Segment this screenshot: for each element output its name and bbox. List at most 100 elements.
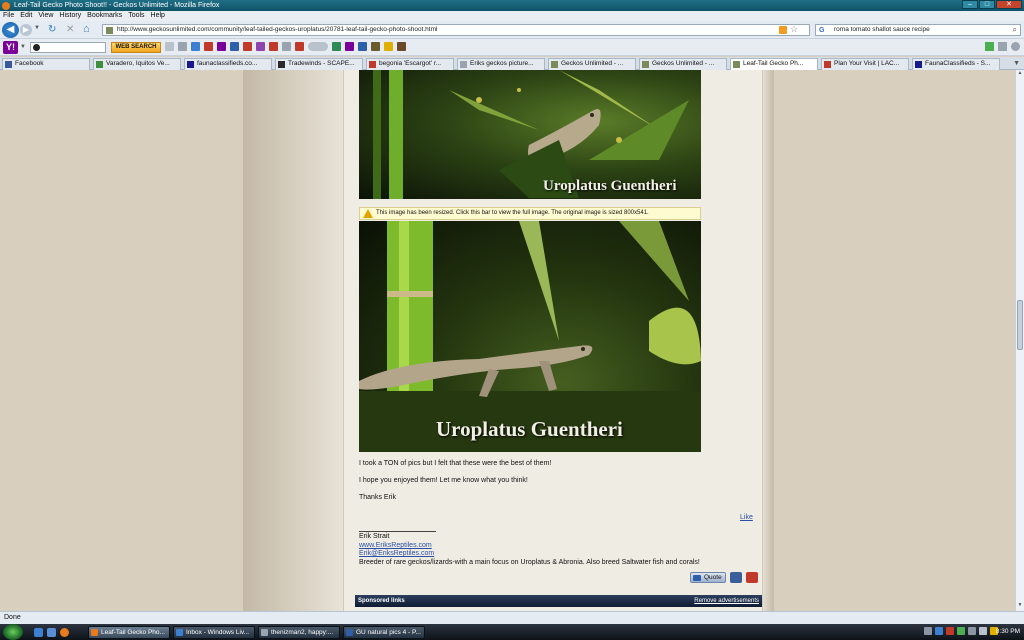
- toolbar-tool-icon[interactable]: [256, 42, 265, 51]
- taskbar-item-chat[interactable]: thenizman2, happy:...: [258, 626, 340, 639]
- toolbar-tool-icon[interactable]: [204, 42, 213, 51]
- menu-history[interactable]: History: [59, 11, 81, 21]
- toolbar-tool-icon[interactable]: [217, 42, 226, 51]
- gecko-photo-1[interactable]: Uroplatus Guentheri: [359, 70, 701, 199]
- taskbar-item-firefox[interactable]: Leaf-Tail Gecko Pho...: [88, 626, 170, 639]
- toolbar-tool-icon[interactable]: [178, 42, 187, 51]
- tab-faunaclassifieds[interactable]: faunaclassifieds.co...: [184, 58, 272, 70]
- google-icon[interactable]: G: [819, 26, 824, 36]
- yahoo-dropdown-icon[interactable]: ▼: [20, 44, 26, 50]
- taskbar-item-photos[interactable]: GU natural pics 4 - P...: [343, 626, 425, 639]
- vertical-scrollbar[interactable]: ▲ ▼: [1015, 70, 1024, 611]
- back-icon[interactable]: ◀: [2, 22, 19, 38]
- list-all-tabs-icon[interactable]: ▼: [1013, 60, 1020, 67]
- gecko-photo-2[interactable]: Uroplatus Guentheri: [359, 221, 701, 452]
- task-label: GU natural pics 4 - P...: [356, 629, 421, 636]
- toolbar-tool-icon[interactable]: [332, 42, 341, 51]
- toolbar-tool-icon[interactable]: [282, 42, 291, 51]
- bookmark-star-icon[interactable]: ☆: [790, 24, 798, 35]
- tab-label: begonia 'Escargot' r...: [379, 60, 442, 67]
- menu-view[interactable]: View: [38, 11, 53, 21]
- menu-file[interactable]: File: [3, 11, 14, 21]
- volume-icon[interactable]: [979, 627, 987, 635]
- menu-bookmarks[interactable]: Bookmarks: [87, 11, 122, 21]
- tray-icon[interactable]: [957, 627, 965, 635]
- image-resize-bar[interactable]: This image has been resized. Click this …: [359, 207, 701, 220]
- toolbar-tool-icon[interactable]: [165, 42, 174, 51]
- tray-icon[interactable]: [935, 627, 943, 635]
- toolbar-tool-icon[interactable]: [230, 42, 239, 51]
- history-dropdown-icon[interactable]: ▼: [34, 25, 40, 31]
- tray-icon[interactable]: [924, 627, 932, 635]
- reload-icon[interactable]: ↻: [48, 24, 56, 35]
- cloud-icon[interactable]: [308, 42, 328, 51]
- settings-gear-icon[interactable]: [1011, 42, 1020, 51]
- tab-label: Eriks geckos picture...: [470, 60, 534, 67]
- toolbar-tool-icon[interactable]: [384, 42, 393, 51]
- quicklaunch-firefox-icon[interactable]: [60, 628, 69, 637]
- add-icon[interactable]: [985, 42, 994, 51]
- address-bar[interactable]: http://www.geckosunlimited.com/community…: [102, 24, 810, 36]
- stop-icon[interactable]: ✕: [66, 24, 74, 35]
- toolbar-tool-icon[interactable]: [345, 42, 354, 51]
- web-search-button[interactable]: WEB SEARCH: [111, 42, 161, 53]
- scroll-up-icon[interactable]: ▲: [1016, 70, 1024, 79]
- remove-ads-link[interactable]: Remove advertisements: [694, 595, 759, 607]
- minimize-button[interactable]: –: [962, 0, 978, 9]
- toolbar-tool-icon[interactable]: [269, 42, 278, 51]
- menu-tools[interactable]: Tools: [128, 11, 144, 21]
- yahoo-search-input[interactable]: [30, 42, 106, 53]
- menu-help[interactable]: Help: [151, 11, 165, 21]
- tab-label: Plan Your Visit | LAC...: [834, 60, 900, 67]
- close-button[interactable]: ✕: [996, 0, 1022, 9]
- mail-icon[interactable]: [191, 42, 200, 51]
- toolbar-tool-icon[interactable]: [397, 42, 406, 51]
- yahoo-search-mode-icon[interactable]: [33, 44, 40, 51]
- tab-begonia[interactable]: begonia 'Escargot' r...: [366, 58, 454, 70]
- taskbar-item-inbox[interactable]: Inbox - Windows Liv...: [173, 626, 255, 639]
- yahoo-logo-icon[interactable]: Y!: [3, 41, 18, 54]
- start-button-icon[interactable]: [3, 624, 23, 640]
- tab-varadero[interactable]: Varadero, Iquitos Ve...: [93, 58, 181, 70]
- tab-eriks-geckos[interactable]: Eriks geckos picture...: [457, 58, 545, 70]
- quicklaunch-ie-icon[interactable]: [47, 628, 56, 637]
- sponsored-title: Sponsored links: [358, 598, 405, 604]
- rss-icon[interactable]: [779, 26, 787, 34]
- toolbar-tool-icon[interactable]: [295, 42, 304, 51]
- tab-favicon: [5, 61, 12, 68]
- search-box[interactable]: G roma tomato shallot sauce recipe ⌕: [815, 24, 1021, 36]
- tab-tradewinds[interactable]: Tradewinds - SCAPE...: [275, 58, 363, 70]
- signature-website-link[interactable]: www.EriksReptiles.com: [359, 542, 432, 549]
- quote-button[interactable]: Quote: [690, 572, 726, 583]
- quicklaunch-desktop-icon[interactable]: [34, 628, 43, 637]
- window-controls: – □ ✕: [962, 0, 1022, 10]
- scroll-thumb[interactable]: [1017, 300, 1023, 350]
- task-icon: [346, 629, 353, 636]
- tab-geckos-unlimited-2[interactable]: Geckos Unlimited - ...: [639, 58, 727, 70]
- network-icon[interactable]: [968, 627, 976, 635]
- menu-edit[interactable]: Edit: [20, 11, 32, 21]
- tab-faunaclassifieds-2[interactable]: FaunaClassifieds - S...: [912, 58, 1000, 70]
- tab-facebook[interactable]: Facebook: [2, 58, 90, 70]
- taskbar-clock[interactable]: 8:30 PM: [996, 626, 1020, 638]
- status-bar: Done: [0, 611, 1024, 624]
- scroll-down-icon[interactable]: ▼: [1016, 602, 1024, 611]
- multi-quote-icon[interactable]: [730, 572, 742, 583]
- toolbar-tool-icon[interactable]: [358, 42, 367, 51]
- search-icon[interactable]: ⌕: [1013, 25, 1017, 35]
- toolbar-tool-icon[interactable]: [243, 42, 252, 51]
- home-icon[interactable]: ⌂: [83, 23, 90, 35]
- signature-email-link[interactable]: Erik@EriksReptiles.com: [359, 550, 434, 557]
- like-link[interactable]: Like: [740, 514, 753, 521]
- toolbar-tool-icon[interactable]: [371, 42, 380, 51]
- toolbar-options-icon[interactable]: [998, 42, 1007, 51]
- maximize-button[interactable]: □: [979, 0, 995, 9]
- tray-icon[interactable]: [946, 627, 954, 635]
- tab-plan-your-visit[interactable]: Plan Your Visit | LAC...: [821, 58, 909, 70]
- forward-icon[interactable]: ▶: [20, 24, 32, 36]
- url-text: http://www.geckosunlimited.com/community…: [117, 26, 438, 33]
- report-post-icon[interactable]: [746, 572, 758, 583]
- task-icon: [176, 629, 183, 636]
- tab-favicon: [460, 61, 467, 68]
- tab-geckos-unlimited-1[interactable]: Geckos Unlimited - ...: [548, 58, 636, 70]
